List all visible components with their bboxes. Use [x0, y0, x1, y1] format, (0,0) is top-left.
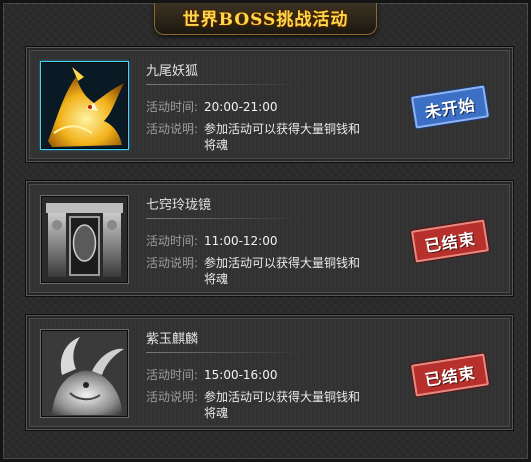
desc-value: 参加活动可以获得大量铜钱和将魂: [204, 256, 361, 286]
time-label: 活动时间:: [146, 368, 199, 382]
divider: [146, 352, 301, 353]
desc-label: 活动说明:: [146, 390, 199, 404]
time-label: 活动时间:: [146, 234, 199, 248]
time-row: 活动时间: 11:00-12:00: [146, 233, 278, 249]
time-row: 活动时间: 20:00-21:00: [146, 99, 278, 115]
title-plate: 世界BOSS挑战活动: [153, 3, 378, 35]
status-badge: 未开始: [410, 85, 490, 129]
desc-value: 参加活动可以获得大量铜钱和将魂: [204, 122, 361, 152]
time-value: 11:00-12:00: [204, 234, 278, 248]
qilin-portrait-icon[interactable]: [41, 330, 128, 417]
divider: [146, 218, 301, 219]
boss-name: 紫玉麒麟: [146, 332, 199, 347]
nine-tailed-fox-portrait-icon[interactable]: [41, 62, 128, 149]
desc-row: 活动说明: 参加活动可以获得大量铜钱和将魂: [146, 255, 364, 287]
boss-name: 七窍玲珑镜: [146, 198, 212, 213]
mirror-gate-portrait-icon[interactable]: [41, 196, 128, 283]
panel-title: 世界BOSS挑战活动: [182, 10, 349, 30]
boss-card-3[interactable]: 紫玉麒麟 活动时间: 15:00-16:00 活动说明: 参加活动可以获得大量铜钱和…: [25, 314, 514, 431]
title-bar: 世界BOSS挑战活动: [3, 3, 528, 35]
desc-row: 活动说明: 参加活动可以获得大量铜钱和将魂: [146, 389, 364, 421]
world-boss-panel: 世界BOSS挑战活动 九尾妖狐 活动时间: 20:00-21:00 活动说明: …: [0, 0, 531, 462]
desc-label: 活动说明:: [146, 122, 199, 136]
desc-row: 活动说明: 参加活动可以获得大量铜钱和将魂: [146, 121, 364, 153]
divider: [146, 84, 301, 85]
time-value: 20:00-21:00: [204, 100, 278, 114]
time-value: 15:00-16:00: [204, 368, 278, 382]
desc-label: 活动说明:: [146, 256, 199, 270]
time-row: 活动时间: 15:00-16:00: [146, 367, 278, 383]
status-badge: 已结束: [410, 353, 490, 397]
time-label: 活动时间:: [146, 100, 199, 114]
boss-name: 九尾妖狐: [146, 64, 199, 79]
boss-card-2[interactable]: 七窍玲珑镜 活动时间: 11:00-12:00 活动说明: 参加活动可以获得大量铜钱…: [25, 180, 514, 297]
status-badge: 已结束: [410, 219, 490, 263]
desc-value: 参加活动可以获得大量铜钱和将魂: [204, 390, 361, 420]
boss-card-1[interactable]: 九尾妖狐 活动时间: 20:00-21:00 活动说明: 参加活动可以获得大量铜钱和…: [25, 46, 514, 163]
